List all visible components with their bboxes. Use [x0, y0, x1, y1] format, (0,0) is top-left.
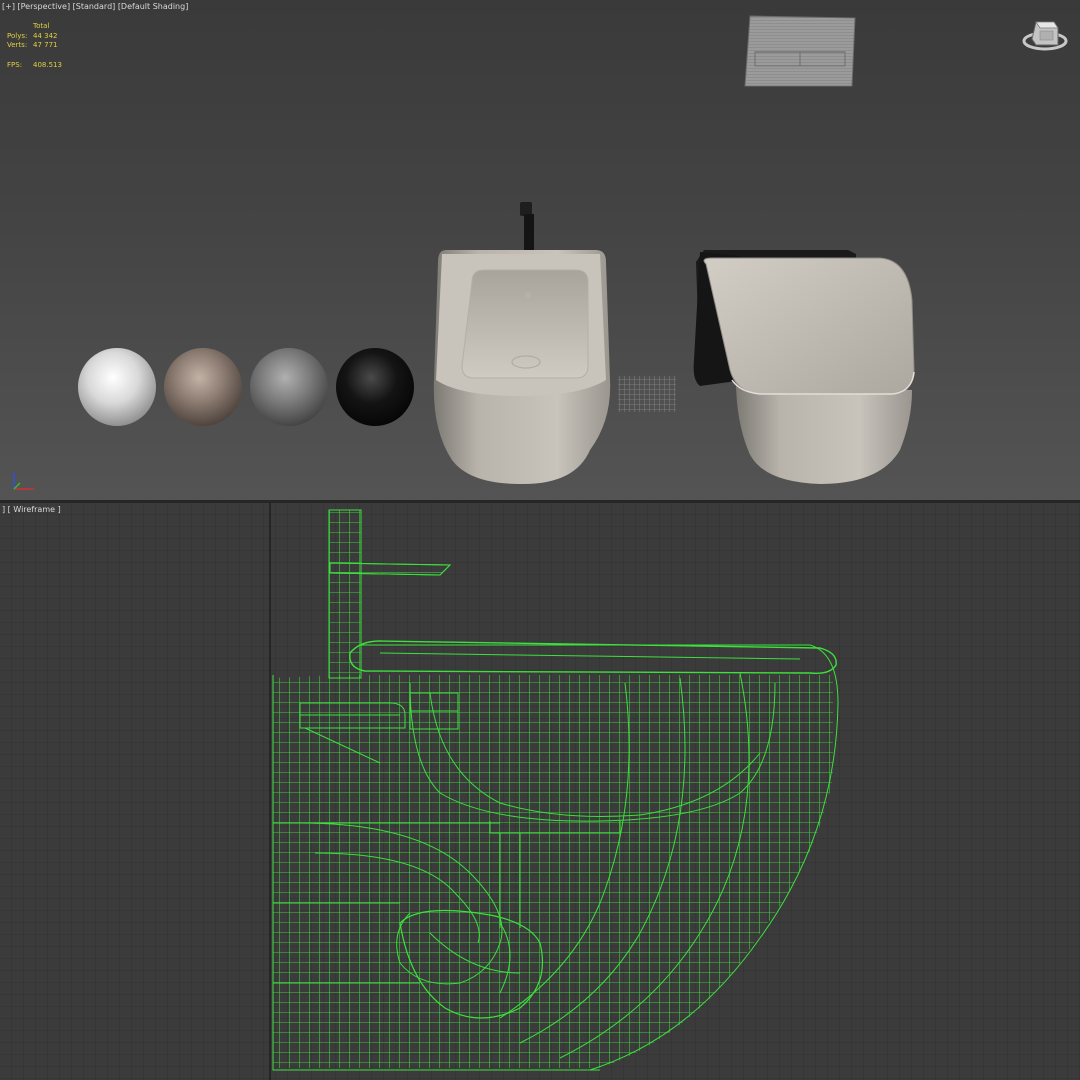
material-sphere-black[interactable] [336, 348, 414, 426]
wireframe-menu-label[interactable]: ] [2, 505, 5, 514]
bidet[interactable] [433, 250, 611, 485]
perspective-scene [13, 15, 1068, 490]
axis-gizmo-icon [13, 472, 34, 490]
material-sphere-taupe[interactable] [164, 348, 242, 426]
drain-grid[interactable] [618, 376, 676, 412]
viewcube-icon[interactable] [1022, 21, 1068, 51]
flush-plate[interactable] [744, 15, 856, 87]
wireframe-shading-label[interactable]: [ Wireframe ] [8, 505, 61, 514]
wireframe-label-bar: ] [ Wireframe ] [2, 505, 61, 514]
wireframe-viewport[interactable]: ] [ Wireframe ] [0, 503, 1080, 1080]
perspective-viewport[interactable]: [+] [Perspective] [Standard] [Default Sh… [0, 0, 1080, 500]
material-sphere-white[interactable] [78, 348, 156, 426]
material-sphere-grey[interactable] [250, 348, 328, 426]
wall-hung-toilet[interactable] [693, 250, 915, 484]
wireframe-scene [0, 503, 1080, 1080]
